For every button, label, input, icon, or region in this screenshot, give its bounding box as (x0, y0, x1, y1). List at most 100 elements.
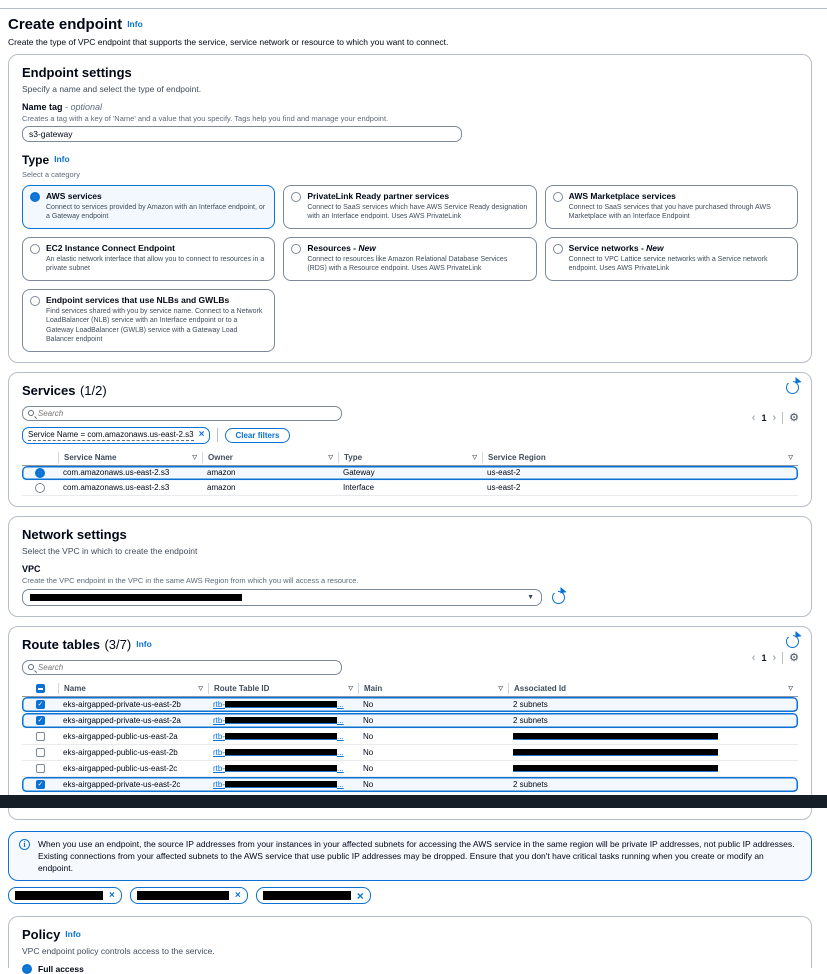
select-all-checkbox[interactable] (36, 684, 45, 693)
type-option-marketplace[interactable]: AWS Marketplace services Connect to SaaS… (545, 185, 798, 229)
type-cell: Interface (338, 483, 482, 492)
row-checkbox[interactable] (36, 700, 45, 709)
redacted-bottom-bar (0, 795, 827, 808)
main-cell: No (358, 716, 508, 725)
radio-icon[interactable] (35, 483, 45, 493)
endpoint-settings-title: Endpoint settings (22, 65, 132, 80)
subnet-token[interactable]: × (130, 887, 248, 904)
table-row[interactable]: eks-airgapped-private-us-east-2c rtb-...… (22, 777, 798, 793)
redacted-associated-id (513, 733, 718, 740)
vpc-select[interactable]: ▼ (22, 589, 542, 606)
associated-id-cell[interactable] (508, 748, 798, 757)
table-row[interactable]: eks-airgapped-private-us-east-2b rtb-...… (22, 697, 798, 713)
associated-id-cell: 2 subnets (508, 780, 798, 789)
table-row[interactable]: eks-airgapped-public-us-east-2b rtb-... … (22, 745, 798, 761)
column-header-service-name[interactable]: Service Name▽ (58, 452, 202, 463)
associated-id-cell[interactable] (508, 764, 798, 773)
route-table-id-cell[interactable]: rtb-... (208, 780, 358, 789)
page-number[interactable]: 1 (761, 413, 766, 423)
close-icon[interactable]: × (357, 892, 364, 900)
row-checkbox[interactable] (36, 780, 45, 789)
row-checkbox[interactable] (36, 764, 45, 773)
radio-icon (30, 296, 40, 306)
name-tag-input[interactable] (22, 126, 462, 142)
type-info-link[interactable]: Info (54, 154, 70, 164)
route-table-id-cell[interactable]: rtb-... (208, 732, 358, 741)
name-cell: eks-airgapped-private-us-east-2b (58, 700, 208, 709)
sort-icon[interactable]: ▽ (498, 685, 503, 692)
page-info-link[interactable]: Info (127, 19, 143, 29)
table-row[interactable]: com.amazonaws.us-east-2.s3 amazon Gatewa… (22, 466, 798, 481)
service-name-cell: com.amazonaws.us-east-2.s3 (58, 483, 202, 492)
clear-filters-button[interactable]: Clear filters (225, 428, 289, 443)
region-cell: us-east-2 (482, 483, 798, 492)
gear-icon[interactable]: ⚙ (789, 653, 799, 663)
refresh-icon[interactable] (786, 381, 799, 394)
sort-icon[interactable]: ▽ (198, 685, 203, 692)
next-page-icon[interactable]: › (772, 653, 776, 663)
table-row[interactable]: eks-airgapped-public-us-east-2a rtb-... … (22, 729, 798, 745)
associated-id-cell[interactable] (508, 732, 798, 741)
radio-icon (30, 192, 40, 202)
column-header-service-region[interactable]: Service Region▽ (482, 452, 798, 463)
type-option-privatelink-partner[interactable]: PrivateLink Ready partner services Conne… (283, 185, 536, 229)
services-search-input[interactable] (38, 409, 336, 418)
sort-icon[interactable]: ▽ (192, 454, 197, 461)
column-header-type[interactable]: Type▽ (338, 452, 482, 463)
radio-icon (553, 192, 563, 202)
policy-info-link[interactable]: Info (65, 929, 81, 939)
route-table-id-cell[interactable]: rtb-... (208, 748, 358, 757)
column-header-main[interactable]: Main▽ (358, 683, 508, 694)
divider (217, 428, 218, 442)
type-option-nlb-gwlb-services[interactable]: Endpoint services that use NLBs and GWLB… (22, 289, 275, 352)
sort-icon[interactable]: ▽ (788, 454, 793, 461)
close-icon[interactable]: × (199, 431, 205, 439)
radio-icon[interactable] (35, 468, 45, 478)
route-tables-info-link[interactable]: Info (136, 639, 152, 649)
services-table: Service Name▽ Owner▽ Type▽ Service Regio… (22, 451, 798, 496)
previous-page-icon[interactable]: ‹ (752, 653, 756, 663)
type-subtitle: Select a category (22, 170, 798, 179)
subnet-token[interactable]: × (256, 887, 371, 904)
table-row[interactable]: eks-airgapped-private-us-east-2a rtb-...… (22, 713, 798, 729)
sort-icon[interactable]: ▽ (788, 685, 793, 692)
route-tables-search[interactable] (22, 660, 342, 675)
sort-icon[interactable]: ▽ (348, 685, 353, 692)
subnet-token[interactable]: × (8, 887, 122, 904)
table-row[interactable]: com.amazonaws.us-east-2.s3 amazon Interf… (22, 481, 798, 496)
route-table-id-cell[interactable]: rtb-... (208, 700, 358, 709)
sort-icon[interactable]: ▽ (328, 454, 333, 461)
sort-icon[interactable]: ▽ (472, 454, 477, 461)
row-checkbox[interactable] (36, 732, 45, 741)
column-header-associated-id[interactable]: Associated Id▽ (508, 683, 798, 694)
row-checkbox[interactable] (36, 716, 45, 725)
subnet-token-row: × × × (8, 887, 812, 904)
route-table-id-cell[interactable]: rtb-... (208, 716, 358, 725)
full-access-option[interactable]: Full access (22, 963, 798, 974)
previous-page-icon[interactable]: ‹ (752, 413, 756, 423)
next-page-icon[interactable]: › (772, 413, 776, 423)
column-header-owner[interactable]: Owner▽ (202, 452, 338, 463)
column-header-name[interactable]: Name▽ (58, 683, 208, 694)
close-icon[interactable]: × (235, 892, 241, 900)
type-option-resources[interactable]: Resources - New Connect to resources lik… (283, 237, 536, 281)
refresh-icon[interactable] (552, 591, 565, 604)
page-number[interactable]: 1 (761, 653, 766, 663)
name-cell: eks-airgapped-private-us-east-2a (58, 716, 208, 725)
services-search[interactable] (22, 406, 342, 421)
type-option-ec2-instance-connect[interactable]: EC2 Instance Connect Endpoint An elastic… (22, 237, 275, 281)
row-checkbox[interactable] (36, 748, 45, 757)
column-header-route-table-id[interactable]: Route Table ID▽ (208, 683, 358, 694)
type-option-service-networks[interactable]: Service networks - New Connect to VPC La… (545, 237, 798, 281)
vpc-label: VPC (22, 564, 798, 574)
route-table-id-cell[interactable]: rtb-... (208, 764, 358, 773)
table-row[interactable]: eks-airgapped-public-us-east-2c rtb-... … (22, 761, 798, 777)
service-name-filter-token[interactable]: Service Name = com.amazonaws.us-east-2.s… (22, 427, 210, 444)
refresh-icon[interactable] (786, 635, 799, 648)
top-divider (0, 8, 827, 9)
type-option-label: EC2 Instance Connect Endpoint (46, 243, 266, 253)
close-icon[interactable]: × (109, 892, 115, 900)
gear-icon[interactable]: ⚙ (789, 413, 799, 423)
route-tables-search-input[interactable] (38, 663, 336, 672)
type-option-aws-services[interactable]: AWS services Connect to services provide… (22, 185, 275, 229)
